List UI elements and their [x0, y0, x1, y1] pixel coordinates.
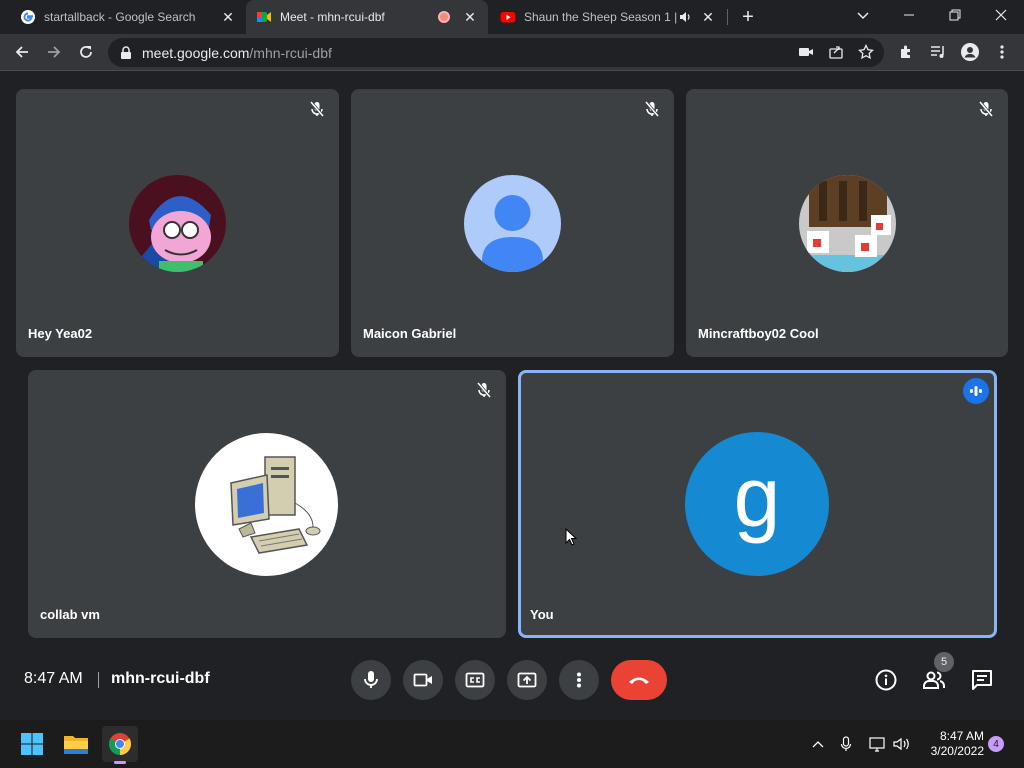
- hangup-icon: [629, 677, 649, 684]
- taskbar-clock[interactable]: 8:47 AM 3/20/2022: [920, 729, 984, 759]
- lock-icon[interactable]: [120, 45, 132, 60]
- close-tab-icon[interactable]: ✕: [700, 9, 716, 25]
- avatar-letter: g: [733, 450, 781, 544]
- camera-button[interactable]: [403, 660, 443, 700]
- participant-name: collab vm: [40, 607, 100, 622]
- taskbar-time: 8:47 AM: [939, 729, 984, 743]
- media-control-icon[interactable]: [924, 38, 952, 66]
- youtube-icon: [500, 12, 516, 23]
- self-view-tile[interactable]: g You: [518, 370, 997, 638]
- new-tab-button[interactable]: +: [736, 5, 760, 29]
- windows-taskbar: 8:47 AM 3/20/2022: [0, 720, 1024, 768]
- start-button[interactable]: [14, 726, 50, 762]
- bookmark-star-icon[interactable]: [858, 43, 874, 63]
- leave-call-button[interactable]: [611, 660, 667, 700]
- google-icon: [21, 10, 35, 24]
- reload-icon[interactable]: [72, 38, 100, 66]
- divider: [98, 672, 99, 688]
- chrome-icon: [109, 733, 131, 755]
- url-host: meet.google.com: [142, 44, 250, 61]
- back-icon[interactable]: [8, 38, 36, 66]
- more-vert-icon: [577, 672, 581, 688]
- volume-icon[interactable]: [892, 734, 912, 754]
- file-explorer-button[interactable]: [58, 726, 94, 762]
- mouse-cursor-icon: [565, 528, 577, 546]
- self-avatar: g: [685, 432, 829, 576]
- mic-off-icon: [978, 101, 994, 117]
- audio-playing-icon[interactable]: [678, 10, 692, 24]
- close-window-icon[interactable]: [978, 0, 1024, 30]
- more-options-button[interactable]: [559, 660, 599, 700]
- participant-name: Maicon Gabriel: [363, 326, 457, 341]
- meet-stage: Hey Yea02 Maicon Gabriel Mincraftboy02 C…: [0, 72, 1024, 712]
- tab-title: startallback - Google Search: [44, 10, 196, 24]
- notification-badge[interactable]: 4: [988, 736, 1004, 752]
- participant-count-badge: 5: [934, 652, 954, 672]
- participant-name: Hey Yea02: [28, 326, 93, 341]
- tab-youtube[interactable]: Shaun the Sheep Season 1 | ✕: [490, 0, 726, 34]
- forward-icon[interactable]: [40, 38, 68, 66]
- meeting-clock: 8:47 AM: [24, 670, 83, 687]
- camera-permission-icon[interactable]: [798, 45, 814, 62]
- mic-off-icon: [644, 101, 660, 117]
- participant-name: You: [530, 607, 554, 622]
- tab-search-icon[interactable]: [840, 0, 886, 30]
- present-icon: [517, 672, 537, 688]
- chrome-taskbar-button[interactable]: [102, 726, 138, 764]
- extensions-icon[interactable]: [892, 38, 920, 66]
- tab-title: Shaun the Sheep Season 1 |: [524, 10, 678, 24]
- url-path: /mhn-rcui-dbf: [249, 44, 332, 61]
- chat-button[interactable]: [966, 664, 998, 696]
- participant-tile[interactable]: Maicon Gabriel: [351, 89, 674, 357]
- captions-icon: [465, 672, 485, 688]
- info-icon: [875, 669, 897, 691]
- recording-icon: [438, 11, 450, 23]
- folder-icon: [64, 736, 88, 754]
- mic-icon: [364, 671, 378, 688]
- captions-button[interactable]: [455, 660, 495, 700]
- computer-avatar: [195, 433, 338, 576]
- restore-icon[interactable]: [932, 0, 978, 30]
- tab-meet[interactable]: Meet - mhn-rcui-dbf ✕: [246, 0, 488, 34]
- browser-toolbar: meet.google.com/mhn-rcui-dbf: [0, 34, 1024, 71]
- camera-icon: [413, 673, 432, 687]
- more-menu-icon[interactable]: [988, 38, 1016, 66]
- show-hidden-icons[interactable]: [808, 734, 828, 754]
- network-icon[interactable]: [868, 734, 888, 754]
- participant-name: Mincraftboy02 Cool: [698, 326, 819, 341]
- tab-separator: [727, 9, 728, 25]
- share-icon[interactable]: [828, 44, 844, 63]
- chat-icon: [972, 670, 992, 690]
- tab-strip: startallback - Google Search ✕ Meet - mh…: [0, 0, 1024, 34]
- address-bar[interactable]: meet.google.com/mhn-rcui-dbf: [108, 38, 884, 67]
- windows-logo-icon: [21, 733, 43, 755]
- mic-off-icon: [309, 101, 325, 117]
- participant-tile[interactable]: collab vm: [28, 370, 506, 638]
- meet-icon: [257, 12, 271, 22]
- present-screen-button[interactable]: [507, 660, 547, 700]
- active-indicator: [114, 761, 126, 764]
- profile-icon[interactable]: [956, 38, 984, 66]
- default-avatar-icon: [464, 175, 561, 272]
- avatar: [799, 175, 896, 272]
- participant-tile[interactable]: Mincraftboy02 Cool: [686, 89, 1008, 357]
- participant-tile[interactable]: Hey Yea02: [16, 89, 339, 357]
- microphone-button[interactable]: [351, 660, 391, 700]
- mic-off-icon: [476, 382, 492, 398]
- people-icon: [923, 671, 945, 689]
- tab-title: Meet - mhn-rcui-dbf: [280, 10, 385, 24]
- tab-google-search[interactable]: startallback - Google Search ✕: [10, 0, 246, 34]
- meeting-details-button[interactable]: [870, 664, 902, 696]
- close-tab-icon[interactable]: ✕: [462, 9, 478, 25]
- speaking-indicator-icon: [963, 378, 989, 404]
- minimize-icon[interactable]: [886, 0, 932, 30]
- meeting-code: mhn-rcui-dbf: [111, 670, 210, 687]
- taskbar-date: 3/20/2022: [930, 744, 984, 758]
- close-tab-icon[interactable]: ✕: [220, 9, 236, 25]
- avatar: [129, 175, 226, 272]
- microphone-tray-icon[interactable]: [836, 734, 856, 754]
